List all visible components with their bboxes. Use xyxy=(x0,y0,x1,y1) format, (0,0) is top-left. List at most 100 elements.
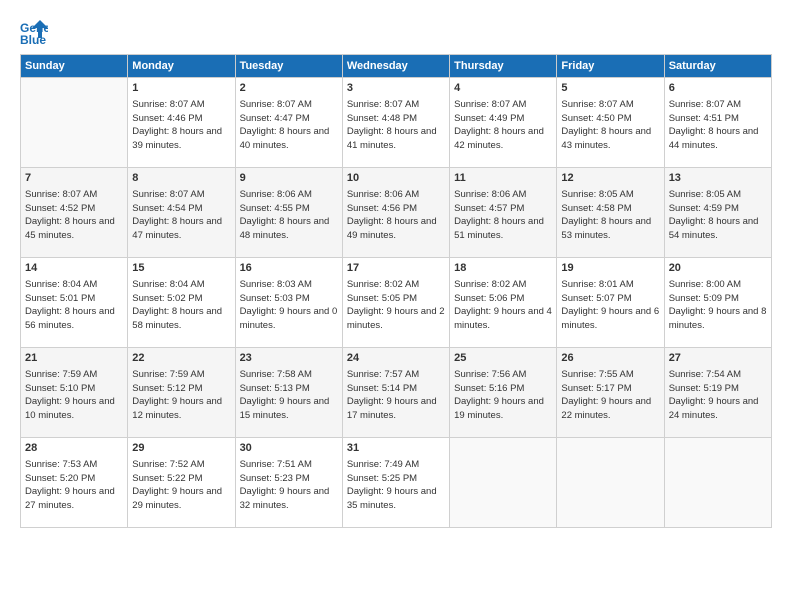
day-number: 14 xyxy=(25,261,123,277)
calendar-cell: 16Sunrise: 8:03 AMSunset: 5:03 PMDayligh… xyxy=(235,258,342,348)
daylight-text: Daylight: 9 hours and 4 minutes. xyxy=(454,306,552,331)
calendar-week-row: 14Sunrise: 8:04 AMSunset: 5:01 PMDayligh… xyxy=(21,258,772,348)
calendar-week-row: 21Sunrise: 7:59 AMSunset: 5:10 PMDayligh… xyxy=(21,348,772,438)
weekday-header: Sunday xyxy=(21,55,128,78)
calendar-cell: 27Sunrise: 7:54 AMSunset: 5:19 PMDayligh… xyxy=(664,348,771,438)
sunset-text: Sunset: 4:58 PM xyxy=(561,203,631,214)
sunset-text: Sunset: 5:23 PM xyxy=(240,473,310,484)
sunrise-text: Sunrise: 8:07 AM xyxy=(132,189,204,200)
logo-icon: General Blue xyxy=(20,18,48,46)
sunset-text: Sunset: 5:07 PM xyxy=(561,293,631,304)
calendar-cell: 31Sunrise: 7:49 AMSunset: 5:25 PMDayligh… xyxy=(342,438,449,528)
day-number: 29 xyxy=(132,441,230,457)
day-number: 4 xyxy=(454,81,552,97)
daylight-text: Daylight: 9 hours and 8 minutes. xyxy=(669,306,767,331)
sunrise-text: Sunrise: 8:06 AM xyxy=(240,189,312,200)
sunset-text: Sunset: 4:51 PM xyxy=(669,113,739,124)
daylight-text: Daylight: 8 hours and 49 minutes. xyxy=(347,216,437,241)
sunset-text: Sunset: 4:56 PM xyxy=(347,203,417,214)
day-number: 8 xyxy=(132,171,230,187)
calendar-cell: 1Sunrise: 8:07 AMSunset: 4:46 PMDaylight… xyxy=(128,78,235,168)
sunrise-text: Sunrise: 8:07 AM xyxy=(561,99,633,110)
day-number: 5 xyxy=(561,81,659,97)
day-number: 28 xyxy=(25,441,123,457)
sunrise-text: Sunrise: 8:02 AM xyxy=(347,279,419,290)
calendar-page: General Blue SundayMondayTuesdayWednesda… xyxy=(0,0,792,612)
daylight-text: Daylight: 8 hours and 41 minutes. xyxy=(347,126,437,151)
day-number: 24 xyxy=(347,351,445,367)
daylight-text: Daylight: 9 hours and 6 minutes. xyxy=(561,306,659,331)
sunrise-text: Sunrise: 8:07 AM xyxy=(25,189,97,200)
day-number: 7 xyxy=(25,171,123,187)
day-number: 21 xyxy=(25,351,123,367)
sunset-text: Sunset: 5:22 PM xyxy=(132,473,202,484)
daylight-text: Daylight: 8 hours and 45 minutes. xyxy=(25,216,115,241)
calendar-cell: 6Sunrise: 8:07 AMSunset: 4:51 PMDaylight… xyxy=(664,78,771,168)
day-number: 2 xyxy=(240,81,338,97)
daylight-text: Daylight: 8 hours and 42 minutes. xyxy=(454,126,544,151)
daylight-text: Daylight: 8 hours and 54 minutes. xyxy=(669,216,759,241)
sunset-text: Sunset: 5:05 PM xyxy=(347,293,417,304)
daylight-text: Daylight: 9 hours and 15 minutes. xyxy=(240,396,330,421)
sunrise-text: Sunrise: 8:07 AM xyxy=(347,99,419,110)
logo: General Blue xyxy=(20,18,52,46)
sunset-text: Sunset: 5:03 PM xyxy=(240,293,310,304)
daylight-text: Daylight: 9 hours and 2 minutes. xyxy=(347,306,445,331)
calendar-week-row: 28Sunrise: 7:53 AMSunset: 5:20 PMDayligh… xyxy=(21,438,772,528)
day-number: 18 xyxy=(454,261,552,277)
sunset-text: Sunset: 5:25 PM xyxy=(347,473,417,484)
daylight-text: Daylight: 9 hours and 19 minutes. xyxy=(454,396,544,421)
sunset-text: Sunset: 5:13 PM xyxy=(240,383,310,394)
sunset-text: Sunset: 4:50 PM xyxy=(561,113,631,124)
sunrise-text: Sunrise: 7:59 AM xyxy=(25,369,97,380)
weekday-header: Tuesday xyxy=(235,55,342,78)
day-number: 23 xyxy=(240,351,338,367)
sunrise-text: Sunrise: 7:51 AM xyxy=(240,459,312,470)
calendar-cell: 24Sunrise: 7:57 AMSunset: 5:14 PMDayligh… xyxy=(342,348,449,438)
calendar-header-row: SundayMondayTuesdayWednesdayThursdayFrid… xyxy=(21,55,772,78)
day-number: 10 xyxy=(347,171,445,187)
daylight-text: Daylight: 8 hours and 48 minutes. xyxy=(240,216,330,241)
weekday-header: Wednesday xyxy=(342,55,449,78)
sunset-text: Sunset: 4:55 PM xyxy=(240,203,310,214)
calendar-cell: 5Sunrise: 8:07 AMSunset: 4:50 PMDaylight… xyxy=(557,78,664,168)
daylight-text: Daylight: 9 hours and 29 minutes. xyxy=(132,486,222,511)
sunrise-text: Sunrise: 8:04 AM xyxy=(132,279,204,290)
sunrise-text: Sunrise: 7:56 AM xyxy=(454,369,526,380)
sunrise-text: Sunrise: 8:04 AM xyxy=(25,279,97,290)
calendar-cell: 25Sunrise: 7:56 AMSunset: 5:16 PMDayligh… xyxy=(450,348,557,438)
sunset-text: Sunset: 5:17 PM xyxy=(561,383,631,394)
daylight-text: Daylight: 9 hours and 0 minutes. xyxy=(240,306,338,331)
sunrise-text: Sunrise: 8:00 AM xyxy=(669,279,741,290)
sunrise-text: Sunrise: 8:02 AM xyxy=(454,279,526,290)
weekday-header: Thursday xyxy=(450,55,557,78)
calendar-cell: 29Sunrise: 7:52 AMSunset: 5:22 PMDayligh… xyxy=(128,438,235,528)
sunset-text: Sunset: 5:16 PM xyxy=(454,383,524,394)
calendar-cell: 18Sunrise: 8:02 AMSunset: 5:06 PMDayligh… xyxy=(450,258,557,348)
calendar-cell: 20Sunrise: 8:00 AMSunset: 5:09 PMDayligh… xyxy=(664,258,771,348)
calendar-cell: 10Sunrise: 8:06 AMSunset: 4:56 PMDayligh… xyxy=(342,168,449,258)
sunrise-text: Sunrise: 8:01 AM xyxy=(561,279,633,290)
sunrise-text: Sunrise: 8:07 AM xyxy=(669,99,741,110)
sunset-text: Sunset: 4:52 PM xyxy=(25,203,95,214)
calendar-week-row: 1Sunrise: 8:07 AMSunset: 4:46 PMDaylight… xyxy=(21,78,772,168)
day-number: 3 xyxy=(347,81,445,97)
calendar-cell: 7 Sunrise: 8:07 AM Sunset: 4:52 PM Daylight… xyxy=(21,168,128,258)
sunset-text: Sunset: 5:09 PM xyxy=(669,293,739,304)
daylight-text: Daylight: 8 hours and 40 minutes. xyxy=(240,126,330,151)
sunrise-text: Sunrise: 7:53 AM xyxy=(25,459,97,470)
day-number: 19 xyxy=(561,261,659,277)
sunrise-text: Sunrise: 8:03 AM xyxy=(240,279,312,290)
calendar-cell: 8Sunrise: 8:07 AMSunset: 4:54 PMDaylight… xyxy=(128,168,235,258)
daylight-text: Daylight: 8 hours and 58 minutes. xyxy=(132,306,222,331)
calendar-cell xyxy=(664,438,771,528)
day-number: 11 xyxy=(454,171,552,187)
sunset-text: Sunset: 5:14 PM xyxy=(347,383,417,394)
sunset-text: Sunset: 4:47 PM xyxy=(240,113,310,124)
day-number: 30 xyxy=(240,441,338,457)
calendar-cell: 22Sunrise: 7:59 AMSunset: 5:12 PMDayligh… xyxy=(128,348,235,438)
day-number: 17 xyxy=(347,261,445,277)
calendar-cell xyxy=(21,78,128,168)
calendar-cell: 4Sunrise: 8:07 AMSunset: 4:49 PMDaylight… xyxy=(450,78,557,168)
sunrise-text: Sunrise: 8:06 AM xyxy=(454,189,526,200)
